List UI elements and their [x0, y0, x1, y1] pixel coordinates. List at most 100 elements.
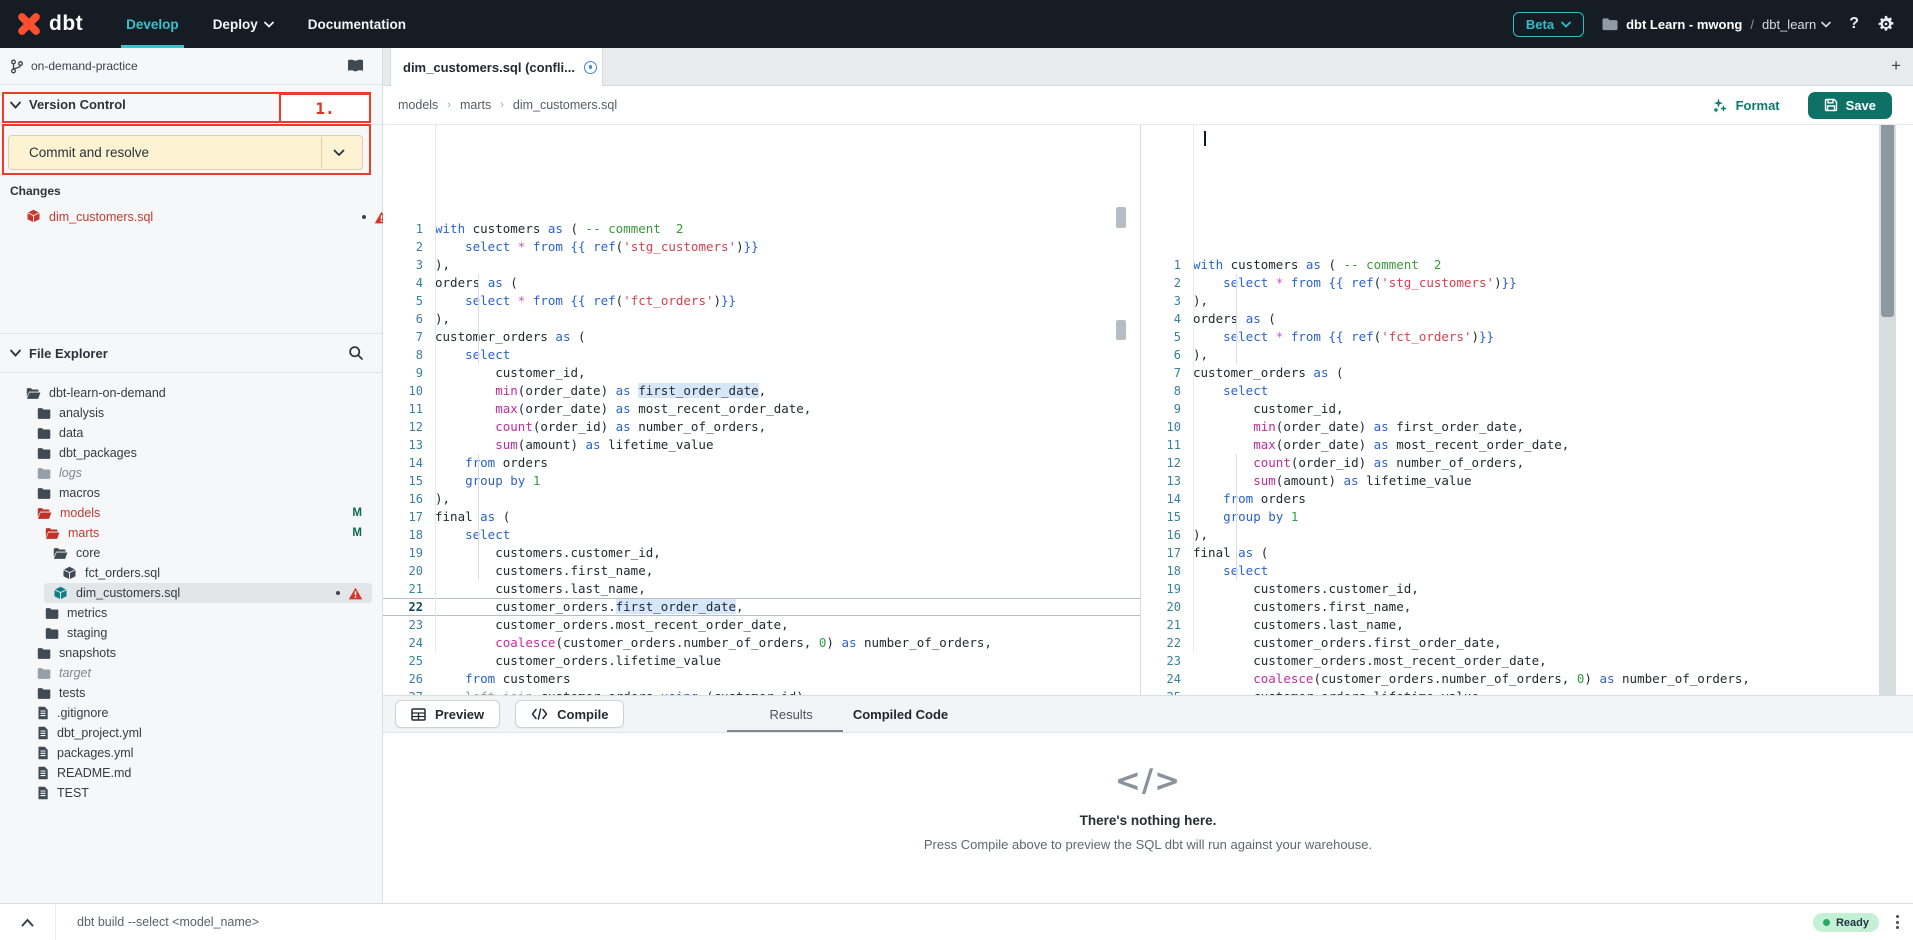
code-line-8[interactable]: 8 select: [1141, 382, 1896, 400]
tree-item-staging[interactable]: staging: [0, 623, 382, 643]
code-line-11[interactable]: 11 max(order_date) as most_recent_order_…: [1141, 436, 1896, 454]
commit-and-resolve-button[interactable]: Commit and resolve: [8, 135, 363, 170]
tree-item-dbt-learn-on-demand[interactable]: dbt-learn-on-demand: [0, 383, 382, 403]
tree-item-marts[interactable]: martsM: [0, 523, 382, 543]
code-line-15[interactable]: 15 group by 1: [383, 472, 1140, 490]
code-line-5[interactable]: 5 select * from {{ ref('fct_orders')}}: [1141, 328, 1896, 346]
beta-dropdown[interactable]: Beta: [1513, 12, 1584, 37]
code-line-10[interactable]: 10 min(order_date) as first_order_date,: [1141, 418, 1896, 436]
code-line-22[interactable]: 22 customer_orders.first_order_date,: [383, 598, 1140, 616]
tree-item-dbt-packages[interactable]: dbt_packages: [0, 443, 382, 463]
tree-item-readme-md[interactable]: README.md: [0, 763, 382, 783]
code-line-3[interactable]: 3),: [383, 256, 1140, 274]
code-line-4[interactable]: 4orders as (: [1141, 310, 1896, 328]
changed-file-row[interactable]: dim_customers.sql: [0, 206, 408, 228]
format-button[interactable]: Format: [1706, 96, 1786, 114]
left-scrollbar-thumb[interactable]: [1116, 207, 1126, 228]
save-button[interactable]: Save: [1808, 92, 1892, 119]
scrollbar-thumb[interactable]: [1881, 125, 1894, 317]
nav-documentation[interactable]: Documentation: [291, 0, 423, 48]
tree-item-data[interactable]: data: [0, 423, 382, 443]
breadcrumb-file[interactable]: dim_customers.sql: [513, 98, 617, 112]
code-line-17[interactable]: 17final as (: [383, 508, 1140, 526]
account-project-switcher[interactable]: dbt Learn - mwong / dbt_learn: [1602, 17, 1831, 32]
code-line-6[interactable]: 6),: [1141, 346, 1896, 364]
breadcrumb-marts[interactable]: marts: [460, 98, 491, 112]
tree-item-dim-customers-sql[interactable]: dim_customers.sql: [0, 583, 382, 603]
tab-results[interactable]: Results: [769, 707, 812, 722]
code-line-25[interactable]: 25 customer_orders.lifetime_value: [1141, 688, 1896, 695]
code-line-9[interactable]: 9 customer_id,: [383, 364, 1140, 382]
code-line-2[interactable]: 2 select * from {{ ref('stg_customers')}…: [1141, 274, 1896, 292]
file-search-icon[interactable]: [348, 345, 364, 361]
tree-item-macros[interactable]: macros: [0, 483, 382, 503]
tree-item-snapshots[interactable]: snapshots: [0, 643, 382, 663]
command-input[interactable]: dbt build --select <model_name>: [77, 915, 259, 929]
code-line-9[interactable]: 9 customer_id,: [1141, 400, 1896, 418]
help-icon[interactable]: ?: [1849, 15, 1859, 33]
tree-item-fct-orders-sql[interactable]: fct_orders.sql: [0, 563, 382, 583]
docs-book-icon[interactable]: [347, 59, 364, 73]
code-line-8[interactable]: 8 select: [383, 346, 1140, 364]
code-line-13[interactable]: 13 sum(amount) as lifetime_value: [1141, 472, 1896, 490]
tab-dim-customers[interactable]: dim_customers.sql (confli...: [390, 48, 603, 86]
code-pane-right[interactable]: 1with customers as ( -- comment 22 selec…: [1141, 125, 1896, 695]
code-line-22[interactable]: 22 customer_orders.first_order_date,: [1141, 634, 1896, 652]
tree-item--gitignore[interactable]: .gitignore: [0, 703, 382, 723]
tab-compiled-code[interactable]: Compiled Code: [853, 707, 948, 722]
code-line-3[interactable]: 3),: [1141, 292, 1896, 310]
code-line-16[interactable]: 16),: [383, 490, 1140, 508]
code-line-14[interactable]: 14 from orders: [383, 454, 1140, 472]
tree-item-logs[interactable]: logs: [0, 463, 382, 483]
tree-item-metrics[interactable]: metrics: [0, 603, 382, 623]
code-line-17[interactable]: 17final as (: [1141, 544, 1896, 562]
code-line-23[interactable]: 23 customer_orders.most_recent_order_dat…: [1141, 652, 1896, 670]
tree-item-tests[interactable]: tests: [0, 683, 382, 703]
project-name[interactable]: dbt_learn: [1762, 17, 1831, 32]
tree-item-core[interactable]: core: [0, 543, 382, 563]
expand-panel-chevron[interactable]: [0, 904, 56, 940]
code-line-11[interactable]: 11 max(order_date) as most_recent_order_…: [383, 400, 1140, 418]
code-line-16[interactable]: 16),: [1141, 526, 1896, 544]
code-line-15[interactable]: 15 group by 1: [1141, 508, 1896, 526]
code-line-20[interactable]: 20 customers.first_name,: [1141, 598, 1896, 616]
code-line-24[interactable]: 24 coalesce(customer_orders.number_of_or…: [383, 634, 1140, 652]
code-line-7[interactable]: 7customer_orders as (: [383, 328, 1140, 346]
commit-button-dropdown[interactable]: [321, 137, 356, 168]
vertical-scrollbar[interactable]: [1879, 125, 1896, 695]
code-pane-left[interactable]: 1with customers as ( -- comment 22 selec…: [383, 125, 1140, 695]
tree-item-analysis[interactable]: analysis: [0, 403, 382, 423]
preview-button[interactable]: Preview: [395, 700, 500, 728]
nav-develop[interactable]: Develop: [109, 0, 196, 48]
new-tab-button[interactable]: +: [1891, 56, 1901, 76]
code-line-26[interactable]: 26 from customers: [383, 670, 1140, 688]
code-line-6[interactable]: 6),: [383, 310, 1140, 328]
code-line-23[interactable]: 23 customer_orders.most_recent_order_dat…: [383, 616, 1140, 634]
code-line-19[interactable]: 19 customers.customer_id,: [1141, 580, 1896, 598]
code-line-27[interactable]: 27 left join customer_orders using (cust…: [383, 688, 1140, 695]
code-line-25[interactable]: 25 customer_orders.lifetime_value: [383, 652, 1140, 670]
code-line-19[interactable]: 19 customers.customer_id,: [383, 544, 1140, 562]
code-line-18[interactable]: 18 select: [1141, 562, 1896, 580]
code-line-13[interactable]: 13 sum(amount) as lifetime_value: [383, 436, 1140, 454]
kebab-menu-icon[interactable]: [1889, 912, 1905, 932]
ide-status-badge[interactable]: Ready: [1813, 913, 1879, 932]
compile-button[interactable]: Compile: [515, 700, 624, 728]
code-line-7[interactable]: 7customer_orders as (: [1141, 364, 1896, 382]
code-line-21[interactable]: 21 customers.last_name,: [1141, 616, 1896, 634]
nav-deploy[interactable]: Deploy: [196, 0, 291, 48]
code-line-10[interactable]: 10 min(order_date) as first_order_date,: [383, 382, 1140, 400]
gear-icon[interactable]: [1877, 15, 1895, 33]
dbt-logo[interactable]: dbt: [0, 0, 109, 48]
tree-item-test[interactable]: TEST: [0, 783, 382, 803]
code-line-24[interactable]: 24 coalesce(customer_orders.number_of_or…: [1141, 670, 1896, 688]
git-branch-row[interactable]: on-demand-practice: [0, 48, 382, 85]
tree-item-dbt-project-yml[interactable]: dbt_project.yml: [0, 723, 382, 743]
code-line-2[interactable]: 2 select * from {{ ref('stg_customers')}…: [383, 238, 1140, 256]
code-line-14[interactable]: 14 from orders: [1141, 490, 1896, 508]
code-line-20[interactable]: 20 customers.first_name,: [383, 562, 1140, 580]
code-line-21[interactable]: 21 customers.last_name,: [383, 580, 1140, 598]
code-line-4[interactable]: 4orders as (: [383, 274, 1140, 292]
code-line-18[interactable]: 18 select: [383, 526, 1140, 544]
code-line-1[interactable]: 1with customers as ( -- comment 2: [1141, 256, 1896, 274]
